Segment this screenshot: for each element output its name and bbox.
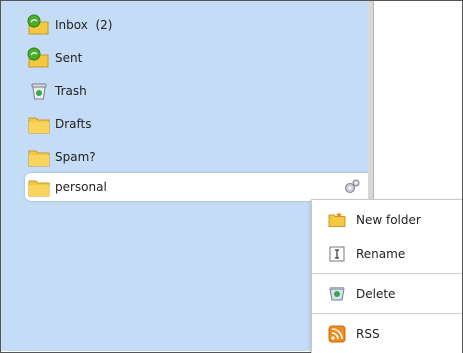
menu-item-label: New folder: [356, 213, 421, 227]
rss-icon: [328, 325, 346, 343]
menu-item-rename[interactable]: Rename: [312, 237, 462, 271]
new-folder-icon: [328, 211, 346, 229]
folder-label: personal: [55, 180, 107, 194]
delete-icon: [328, 285, 346, 303]
folder-item-inbox[interactable]: Inbox (2): [27, 11, 337, 39]
sent-folder-icon: [27, 46, 51, 70]
folder-label: Sent: [55, 51, 83, 65]
folder-icon: [27, 145, 51, 169]
inbox-folder-icon: [27, 13, 51, 37]
menu-item-new-folder[interactable]: New folder: [312, 203, 462, 237]
folder-label: Drafts: [55, 117, 92, 131]
menu-item-label: Rename: [356, 247, 406, 261]
folder-context-menu: New folder Rename Delete RSS: [311, 199, 462, 353]
folder-item-trash[interactable]: Trash: [27, 77, 337, 105]
folder-item-drafts[interactable]: Drafts: [27, 110, 337, 138]
folder-item-personal[interactable]: personal: [25, 173, 373, 201]
folder-item-sent[interactable]: Sent: [27, 44, 337, 72]
trash-icon: [27, 79, 51, 103]
menu-separator: [312, 273, 462, 274]
folder-label: Trash: [55, 84, 87, 98]
menu-item-label: RSS: [356, 327, 380, 341]
menu-separator: [312, 313, 462, 314]
folder-icon: [27, 175, 51, 199]
menu-item-delete[interactable]: Delete: [312, 277, 462, 311]
folder-item-spam[interactable]: Spam?: [27, 143, 337, 171]
folder-label: Inbox (2): [55, 18, 113, 32]
folder-icon: [27, 112, 51, 136]
gear-icon[interactable]: [343, 178, 361, 196]
rename-icon: [328, 245, 346, 263]
folder-label: Spam?: [55, 150, 96, 164]
menu-item-rss[interactable]: RSS: [312, 317, 462, 351]
menu-item-label: Delete: [356, 287, 396, 301]
